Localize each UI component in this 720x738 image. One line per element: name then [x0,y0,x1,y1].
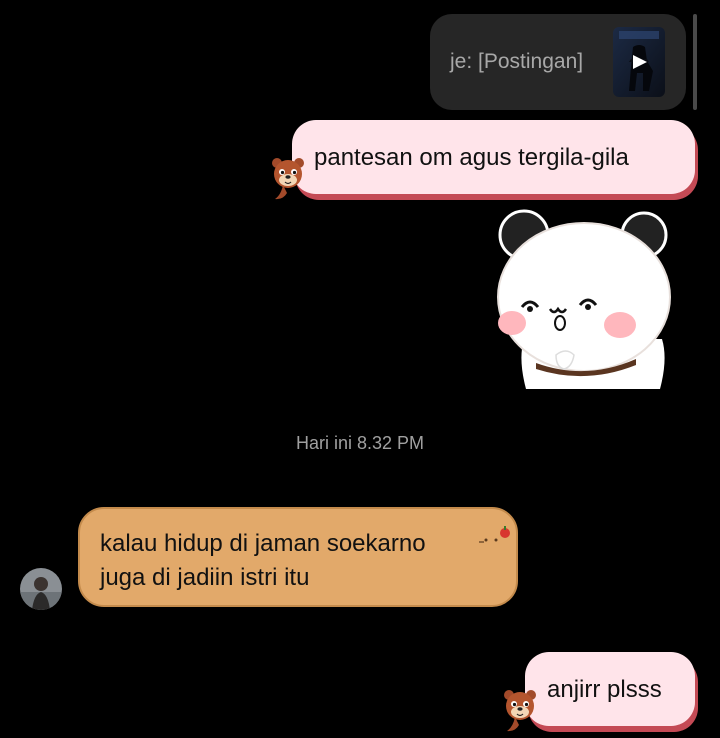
shared-post-reply-card[interactable]: je: [Postingan] [430,14,686,110]
received-message-line-1: kalau hidup di jaman soekarno [100,530,426,557]
sent-message-text: pantesan om agus tergila-gila [314,144,629,171]
bubble-mascot-icon [269,155,307,206]
bubble-mascot-icon [501,687,539,738]
panda-bear-sticker[interactable] [496,205,682,394]
sent-message-text: anjirr plsss [547,676,662,703]
sent-message-bubble[interactable]: anjirr plsss [525,652,695,726]
sent-message-bubble[interactable]: pantesan om agus tergila-gila [292,120,695,194]
received-message-line-2: juga di jadiin istri itu [100,564,310,591]
post-thumbnail[interactable] [613,27,665,97]
avatar[interactable] [20,568,62,610]
video-play-icon [613,27,665,97]
capybara-decoration-icon [476,524,516,559]
received-message-bubble[interactable]: kalau hidup di jaman soekarno juga di ja… [78,507,518,607]
reply-indicator-bar [693,14,697,110]
reply-preview-text: je: [Postingan] [450,50,584,73]
timestamp-divider: Hari ini 8.32 PM [295,433,425,453]
